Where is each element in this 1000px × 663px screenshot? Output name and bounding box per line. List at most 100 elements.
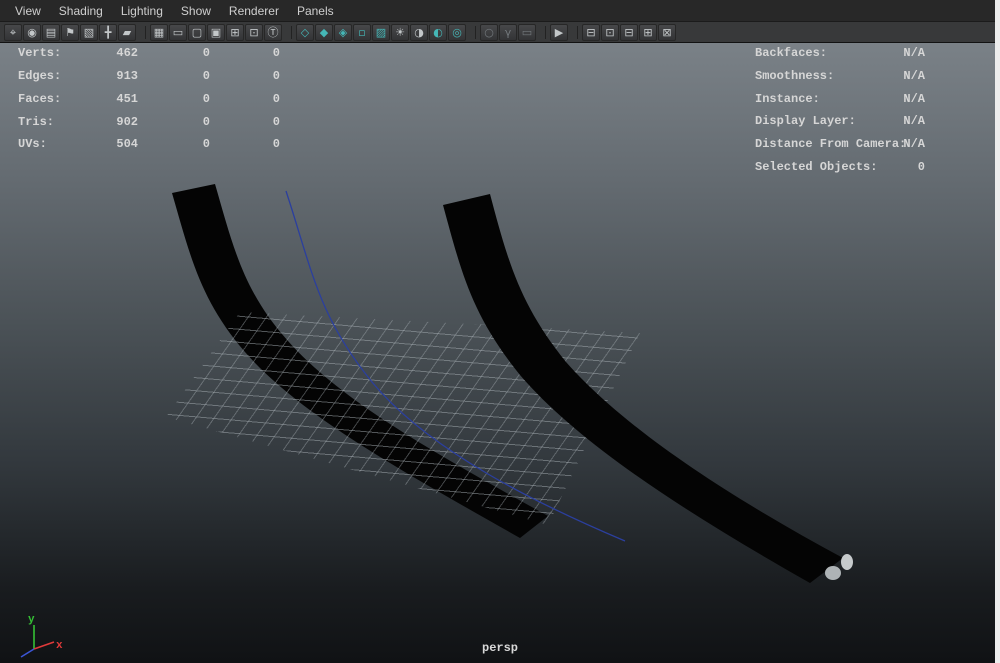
gate-mask-icon: ▣ — [211, 27, 221, 38]
camera-name-label: persp — [482, 641, 518, 655]
hud-value: 0 — [210, 115, 280, 129]
smooth-shade-icon: ◆ — [320, 27, 328, 38]
hud-label: UVs: — [18, 137, 93, 151]
2d-pan-zoom-icon: ╋ — [105, 27, 112, 38]
single-pane-layout-icon: ⊡ — [605, 27, 614, 38]
toolbar-separator — [540, 26, 546, 39]
hud-poly-count: Verts:46200Edges:91300Faces:45100Tris:90… — [18, 43, 280, 156]
view-transform-icon[interactable]: ▭ — [518, 24, 536, 41]
shadows-icon[interactable]: ◑ — [410, 24, 428, 41]
outliner-layout-icon[interactable]: ⊠ — [658, 24, 676, 41]
hud-label: Instance: — [755, 92, 820, 106]
menu-item-view[interactable]: View — [6, 1, 50, 21]
camera-attributes-icon: ▤ — [46, 27, 56, 38]
hud-value: 0 — [138, 69, 210, 83]
hud-label: Selected Objects: — [755, 160, 877, 174]
two-pane-layout-icon[interactable]: ⊟ — [620, 24, 638, 41]
safe-title-icon: Ⓣ — [268, 27, 279, 38]
axis-x-line — [34, 642, 54, 649]
hud-label: Backfaces: — [755, 46, 827, 60]
exposure-icon[interactable]: ○ — [480, 24, 498, 41]
outliner-layout-icon: ⊠ — [662, 27, 671, 38]
2d-pan-zoom-icon[interactable]: ╋ — [99, 24, 117, 41]
hud-value: 913 — [93, 69, 138, 83]
hud-value: N/A — [903, 46, 925, 60]
wireframe-icon[interactable]: ◇ — [296, 24, 314, 41]
hud-value: 462 — [93, 46, 138, 60]
bookmark-icon: ⚑ — [65, 27, 75, 38]
cursor-select-icon: ▶ — [555, 27, 563, 38]
hud-value: 0 — [138, 46, 210, 60]
shadows-icon: ◑ — [414, 27, 424, 38]
end-cap-blob[interactable] — [825, 566, 841, 580]
panel-menu-bar: ViewShadingLightingShowRendererPanels — [0, 0, 1000, 22]
axis-z-line — [21, 649, 34, 657]
hud-value: 0 — [138, 137, 210, 151]
hud-value: 504 — [93, 137, 138, 151]
hud-row: Edges:91300 — [18, 65, 280, 88]
textured-icon[interactable]: ▨ — [372, 24, 390, 41]
end-cap-blob[interactable] — [841, 554, 853, 570]
safe-action-icon[interactable]: ⊡ — [245, 24, 263, 41]
maya-viewport-panel: ViewShadingLightingShowRendererPanels ⌖ ◉… — [0, 0, 1000, 663]
hud-row: Verts:46200 — [18, 43, 280, 65]
film-gate-icon[interactable]: ▭ — [169, 24, 187, 41]
flat-shade-icon: ◈ — [339, 27, 347, 38]
camera-lock-icon[interactable]: ◉ — [23, 24, 41, 41]
menu-item-shading[interactable]: Shading — [50, 1, 112, 21]
image-plane-icon[interactable]: ▧ — [80, 24, 98, 41]
single-pane-layout-icon[interactable]: ⊡ — [601, 24, 619, 41]
hud-value: 902 — [93, 115, 138, 129]
hud-value: N/A — [903, 114, 925, 128]
hud-value: 0 — [138, 92, 210, 106]
hud-label: Display Layer: — [755, 114, 856, 128]
menu-item-renderer[interactable]: Renderer — [220, 1, 288, 21]
four-pane-layout-icon[interactable]: ⊞ — [639, 24, 657, 41]
hud-value: 0 — [210, 69, 280, 83]
smooth-shade-icon[interactable]: ◆ — [315, 24, 333, 41]
cursor-select-icon[interactable]: ▶ — [550, 24, 568, 41]
field-chart-icon[interactable]: ⊞ — [226, 24, 244, 41]
paint-tool-icon[interactable]: ▰ — [118, 24, 136, 41]
hud-row: Smoothness:N/A — [755, 65, 925, 88]
view-transform-icon: ▭ — [522, 27, 532, 38]
motion-blur-icon[interactable]: ◎ — [448, 24, 466, 41]
screen-space-ao-icon[interactable]: ◐ — [429, 24, 447, 41]
window-edge — [995, 0, 1000, 663]
perspective-viewport[interactable]: Verts:46200Edges:91300Faces:45100Tris:90… — [0, 43, 1000, 663]
camera-lock-icon: ◉ — [27, 27, 37, 38]
hud-value: N/A — [903, 92, 925, 106]
menu-items: ViewShadingLightingShowRendererPanels — [6, 1, 343, 21]
two-pane-layout-icon: ⊟ — [624, 27, 633, 38]
select-camera-icon[interactable]: ⌖ — [4, 24, 22, 41]
bounding-box-icon[interactable]: ▫ — [353, 24, 371, 41]
field-chart-icon: ⊞ — [230, 27, 239, 38]
image-plane-icon: ▧ — [84, 27, 94, 38]
bookmark-icon[interactable]: ⚑ — [61, 24, 79, 41]
camera-attributes-icon[interactable]: ▤ — [42, 24, 60, 41]
hud-value: 0 — [210, 137, 280, 151]
hud-row: UVs:50400 — [18, 133, 280, 156]
use-all-lights-icon: ☀ — [395, 27, 405, 38]
use-all-lights-icon[interactable]: ☀ — [391, 24, 409, 41]
hud-value: N/A — [903, 69, 925, 83]
toolbar-separator — [140, 26, 146, 39]
safe-title-icon[interactable]: Ⓣ — [264, 24, 282, 41]
flat-shade-icon[interactable]: ◈ — [334, 24, 352, 41]
hud-value: 0 — [138, 115, 210, 129]
gate-mask-icon[interactable]: ▣ — [207, 24, 225, 41]
isolate-select-icon[interactable]: ⊟ — [582, 24, 600, 41]
menu-item-panels[interactable]: Panels — [288, 1, 343, 21]
gamma-icon[interactable]: γ — [499, 24, 517, 41]
menu-item-lighting[interactable]: Lighting — [112, 1, 172, 21]
toolbar-icons: ⌖◉▤⚑▧╋▰▦▭▢▣⊞⊡Ⓣ◇◆◈▫▨☀◑◐◎○γ▭▶⊟⊡⊟⊞⊠ — [4, 24, 676, 41]
menu-item-show[interactable]: Show — [172, 1, 220, 21]
resolution-gate-icon[interactable]: ▢ — [188, 24, 206, 41]
grid-icon[interactable]: ▦ — [150, 24, 168, 41]
exposure-icon: ○ — [484, 27, 494, 38]
hud-row: Backfaces: N/A — [755, 43, 925, 65]
hud-value: 0 — [918, 160, 925, 174]
hud-row: Display Layer: N/A — [755, 110, 925, 133]
hud-label: Distance From Camera: — [755, 137, 906, 151]
extruded-surface-right[interactable] — [443, 194, 843, 583]
